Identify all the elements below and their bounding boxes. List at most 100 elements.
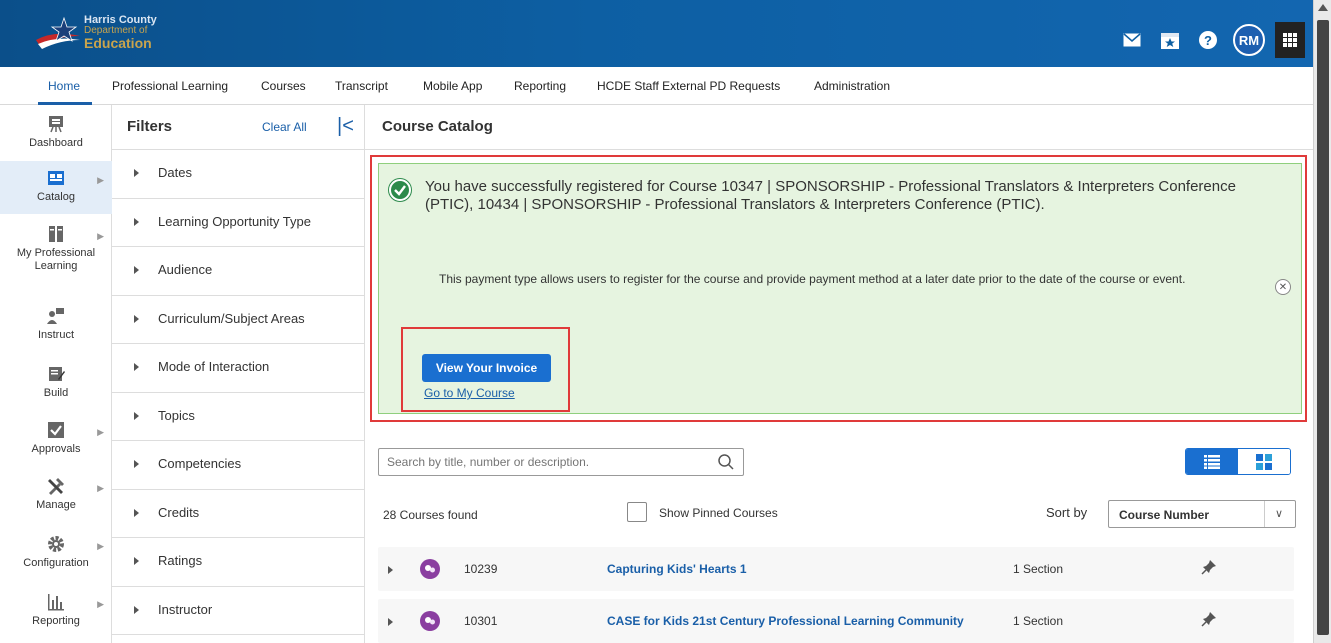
rail-item-instruct[interactable]: Instruct bbox=[0, 305, 112, 355]
tab-administration[interactable]: Administration bbox=[814, 79, 890, 93]
chevron-right-icon: ▶ bbox=[97, 175, 104, 185]
tab-professional-learning[interactable]: Professional Learning bbox=[112, 79, 228, 93]
grid-view-icon bbox=[1256, 453, 1272, 470]
chevron-right-icon: ▶ bbox=[97, 483, 104, 493]
close-icon[interactable]: ✕ bbox=[1275, 279, 1291, 295]
collapse-panel-icon[interactable]: |< bbox=[337, 115, 354, 138]
tools-icon bbox=[48, 478, 64, 495]
filter-label: Mode of Interaction bbox=[158, 359, 270, 374]
course-number: 10301 bbox=[464, 614, 498, 628]
rail-item-my-professional-learning[interactable]: My Professional Learning ▶ bbox=[0, 223, 112, 283]
filter-label: Credits bbox=[158, 504, 200, 520]
calendar-star-icon[interactable] bbox=[1151, 27, 1189, 53]
grid-view-button[interactable] bbox=[1238, 449, 1290, 474]
expand-arrow-icon bbox=[134, 605, 139, 614]
success-message: You have successfully registered for Cou… bbox=[425, 178, 1236, 213]
rail-label: Catalog bbox=[37, 191, 75, 203]
sort-select[interactable]: Course Number ∨ bbox=[1108, 500, 1296, 528]
filter-ratings[interactable]: Ratings bbox=[112, 538, 364, 587]
tab-courses[interactable]: Courses bbox=[261, 79, 306, 93]
expand-arrow-icon bbox=[134, 169, 139, 177]
title-divider bbox=[365, 149, 1313, 150]
show-pinned-checkbox[interactable] bbox=[627, 502, 647, 522]
filter-dates[interactable]: Dates bbox=[112, 150, 364, 199]
filter-label: Instructor bbox=[158, 601, 213, 617]
list-view-icon bbox=[1204, 454, 1220, 469]
rail-item-approvals[interactable]: Approvals ▶ bbox=[0, 419, 112, 471]
rail-label: Approvals bbox=[31, 443, 81, 455]
header-actions: ? RM bbox=[1113, 22, 1305, 58]
search-input[interactable] bbox=[387, 455, 707, 469]
scroll-up-icon[interactable] bbox=[1318, 4, 1328, 11]
page-scrollbar[interactable] bbox=[1313, 0, 1331, 643]
bar-chart-icon bbox=[48, 594, 64, 611]
apps-grid-icon[interactable] bbox=[1275, 22, 1305, 58]
filter-label: Learning Opportunity Type bbox=[158, 213, 311, 229]
dashboard-icon bbox=[49, 116, 63, 133]
filter-competencies[interactable]: Competencies bbox=[112, 441, 364, 490]
go-to-my-course-link[interactable]: Go to My Course bbox=[424, 386, 515, 400]
course-type-badge-icon bbox=[420, 559, 440, 579]
filter-mode-of-interaction[interactable]: Mode of Interaction bbox=[112, 344, 364, 393]
clear-all-link[interactable]: Clear All bbox=[262, 120, 307, 134]
tab-home[interactable]: Home bbox=[48, 79, 80, 93]
check-circle-icon bbox=[389, 179, 411, 201]
filter-label: Dates bbox=[158, 165, 192, 180]
chevron-right-icon: ▶ bbox=[97, 541, 104, 551]
scroll-thumb[interactable] bbox=[1317, 20, 1329, 635]
course-type-badge-icon bbox=[420, 611, 440, 631]
rail-item-build[interactable]: Build bbox=[0, 363, 112, 413]
filters-title: Filters bbox=[127, 118, 173, 135]
filter-label: Topics bbox=[158, 407, 195, 423]
course-sections: 1 Section bbox=[1013, 562, 1064, 576]
rail-item-manage[interactable]: Manage ▶ bbox=[0, 475, 112, 527]
expand-arrow-icon bbox=[134, 508, 139, 517]
course-row[interactable]: 10239 Capturing Kids' Hearts 1 1 Section bbox=[378, 547, 1294, 591]
filter-audience[interactable]: Audience bbox=[112, 247, 364, 296]
help-icon[interactable]: ? bbox=[1189, 27, 1227, 53]
sort-value: Course Number bbox=[1119, 508, 1210, 522]
rail-item-configuration[interactable]: Configuration ▶ bbox=[0, 533, 112, 585]
tab-mobile-app[interactable]: Mobile App bbox=[423, 79, 482, 93]
left-icon-rail: Dashboard Catalog ▶ My Professional Lear… bbox=[0, 105, 112, 643]
filter-instructor[interactable]: Instructor bbox=[112, 587, 364, 635]
course-title-link[interactable]: CASE for Kids 21st Century Professional … bbox=[607, 614, 964, 628]
build-icon bbox=[49, 367, 65, 381]
filter-learning-opportunity-type[interactable]: Learning Opportunity Type bbox=[112, 199, 364, 247]
courses-found-count: 28 Courses found bbox=[383, 508, 478, 522]
view-invoice-button[interactable]: View Your Invoice bbox=[422, 354, 551, 382]
tab-reporting[interactable]: Reporting bbox=[514, 79, 566, 93]
rail-item-catalog[interactable]: Catalog ▶ bbox=[0, 161, 112, 214]
catalog-icon bbox=[48, 171, 64, 185]
filter-label: Competencies bbox=[158, 456, 242, 471]
filter-credits[interactable]: Credits bbox=[112, 490, 364, 538]
tab-transcript[interactable]: Transcript bbox=[335, 79, 388, 93]
mail-icon[interactable] bbox=[1113, 27, 1151, 53]
select-divider bbox=[1264, 501, 1265, 527]
course-search[interactable] bbox=[378, 448, 744, 476]
list-view-button[interactable] bbox=[1186, 449, 1238, 474]
show-pinned-label: Show Pinned Courses bbox=[659, 506, 778, 520]
filter-topics[interactable]: Topics bbox=[112, 393, 364, 441]
books-icon bbox=[49, 226, 63, 242]
filters-header: Filters Clear All |< bbox=[112, 105, 364, 150]
pin-icon[interactable] bbox=[1200, 558, 1218, 576]
course-row[interactable]: 10301 CASE for Kids 21st Century Profess… bbox=[378, 599, 1294, 643]
expand-arrow-icon[interactable] bbox=[388, 566, 393, 574]
filter-curriculum-subject-areas[interactable]: Curriculum/Subject Areas bbox=[112, 296, 364, 344]
expand-arrow-icon bbox=[134, 363, 139, 371]
user-avatar[interactable]: RM bbox=[1233, 24, 1265, 56]
expand-arrow-icon bbox=[134, 314, 139, 323]
rail-item-reporting[interactable]: Reporting ▶ bbox=[0, 591, 112, 643]
view-toggle bbox=[1185, 448, 1291, 475]
search-icon[interactable] bbox=[717, 453, 735, 471]
rail-label: Configuration bbox=[23, 557, 89, 569]
rail-item-dashboard[interactable]: Dashboard bbox=[0, 113, 112, 161]
approvals-icon bbox=[48, 422, 64, 438]
course-title-link[interactable]: Capturing Kids' Hearts 1 bbox=[607, 562, 747, 576]
pin-icon[interactable] bbox=[1200, 610, 1218, 628]
rail-label: Manage bbox=[36, 499, 76, 511]
hcde-logo[interactable]: Harris County Department of Education bbox=[34, 12, 164, 52]
expand-arrow-icon[interactable] bbox=[388, 618, 393, 626]
tab-hcde-staff-external-pd-requests[interactable]: HCDE Staff External PD Requests bbox=[597, 79, 780, 93]
